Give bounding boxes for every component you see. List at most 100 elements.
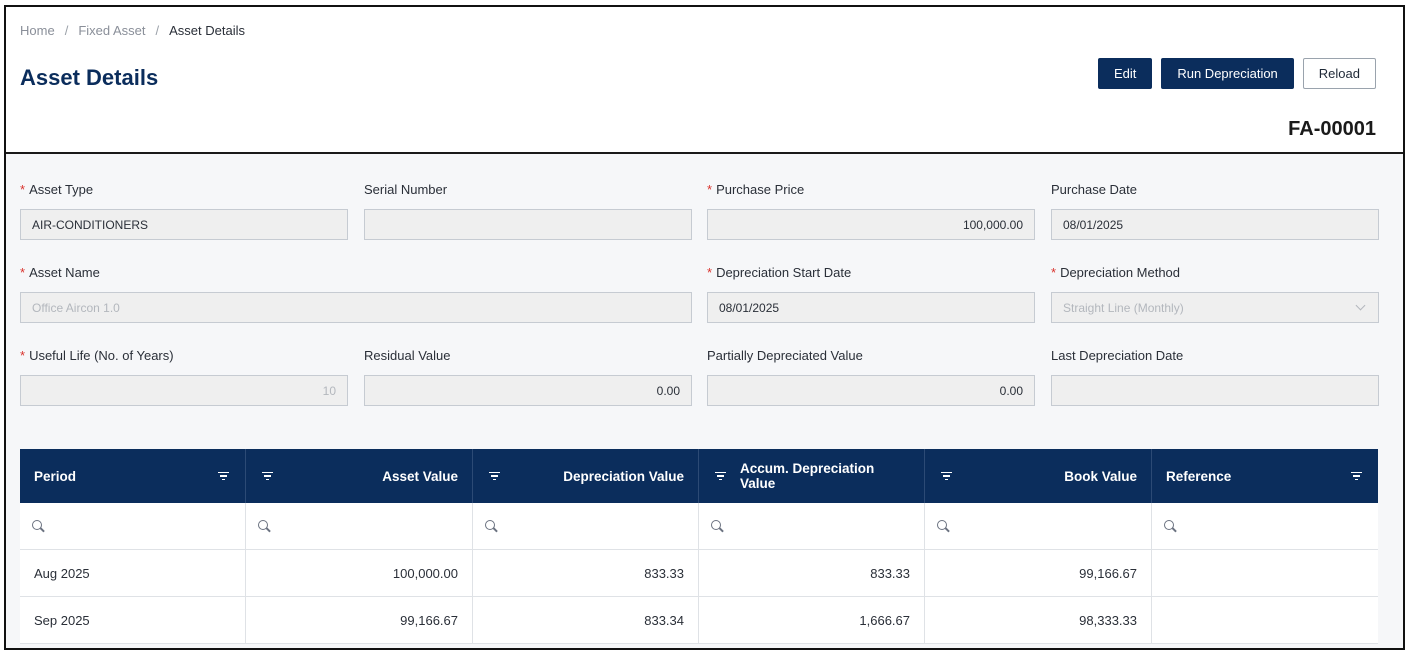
breadcrumb-home[interactable]: Home (20, 23, 55, 38)
cell-asset-value: 100,000.00 (246, 550, 473, 597)
serial-number-input[interactable] (364, 209, 692, 240)
chevron-down-icon (1355, 300, 1366, 311)
last-depreciation-date-input[interactable] (1051, 375, 1379, 406)
breadcrumb-separator: / (64, 23, 69, 38)
column-header-label: Depreciation Value (563, 468, 684, 484)
filter-cell-period[interactable] (20, 503, 246, 550)
table-row[interactable]: Sep 2025 99,166.67 833.34 1,666.67 98,33… (20, 597, 1378, 644)
reload-button[interactable]: Reload (1302, 58, 1376, 89)
grid-header-row: Period Asset Value Depreciation Value Ac… (20, 449, 1378, 503)
purchase-price-label: * Purchase Price (707, 182, 805, 197)
filter-icon[interactable] (262, 470, 273, 483)
column-header-book-value[interactable]: Book Value (925, 449, 1152, 503)
residual-value-input[interactable]: 0.00 (364, 375, 692, 406)
useful-life-field: * Useful Life (No. of Years) 10 (20, 348, 348, 406)
asset-type-label: * Asset Type (20, 182, 94, 197)
purchase-date-field: Purchase Date 08/01/2025 (1051, 182, 1379, 240)
depreciation-method-label: * Depreciation Method (1051, 265, 1181, 280)
column-header-accum-depreciation-value[interactable]: Accum. Depreciation Value (699, 449, 925, 503)
required-marker: * (1051, 265, 1057, 280)
required-marker: * (707, 265, 713, 280)
residual-value-field: Residual Value 0.00 (364, 348, 692, 406)
column-header-label: Book Value (1064, 468, 1137, 484)
breadcrumb-current: Asset Details (169, 23, 246, 38)
depreciation-start-date-input[interactable]: 08/01/2025 (707, 292, 1035, 323)
grid-filter-row (20, 503, 1378, 550)
filter-icon[interactable] (715, 470, 726, 483)
asset-name-field: * Asset Name Office Aircon 1.0 (20, 265, 692, 323)
column-header-asset-value[interactable]: Asset Value (246, 449, 473, 503)
asset-form-area: * Asset Type AIR-CONDITIONERS Serial Numb… (6, 154, 1403, 648)
asset-name-label: * Asset Name (20, 265, 100, 280)
search-icon (258, 519, 271, 533)
partially-depreciated-value-label: Partially Depreciated Value (707, 348, 863, 363)
partially-depreciated-value-input[interactable]: 0.00 (707, 375, 1035, 406)
breadcrumb-separator: / (155, 23, 160, 38)
column-header-label: Asset Value (382, 468, 458, 484)
useful-life-label: * Useful Life (No. of Years) (20, 348, 174, 363)
purchase-price-input[interactable]: 100,000.00 (707, 209, 1035, 240)
filter-icon[interactable] (218, 470, 229, 483)
app-frame: Home / Fixed Asset / Asset Details Asset Det… (4, 5, 1405, 650)
asset-code: FA-00001 (1288, 118, 1376, 140)
filter-cell-book-value[interactable] (925, 503, 1152, 550)
search-icon (32, 519, 45, 533)
purchase-date-input[interactable]: 08/01/2025 (1051, 209, 1379, 240)
cell-depreciation-value: 833.33 (473, 550, 699, 597)
cell-accum-depreciation-value: 1,666.67 (699, 597, 925, 644)
purchase-price-field: * Purchase Price 100,000.00 (707, 182, 1035, 240)
required-marker: * (20, 348, 26, 363)
last-depreciation-date-field: Last Depreciation Date (1051, 348, 1379, 406)
page-title: Asset Details (20, 65, 159, 90)
filter-cell-reference[interactable] (1152, 503, 1378, 550)
grid-body: Aug 2025 100,000.00 833.33 833.33 99,166… (20, 550, 1378, 644)
required-marker: * (20, 265, 26, 280)
cell-depreciation-value: 833.34 (473, 597, 699, 644)
filter-icon[interactable] (489, 470, 500, 483)
search-icon (485, 519, 498, 533)
search-icon (711, 519, 724, 533)
residual-value-label: Residual Value (364, 348, 451, 363)
useful-life-input[interactable]: 10 (20, 375, 348, 406)
table-row[interactable]: Aug 2025 100,000.00 833.33 833.33 99,166… (20, 550, 1378, 597)
filter-icon[interactable] (941, 470, 952, 483)
column-header-reference[interactable]: Reference (1152, 449, 1378, 503)
breadcrumb: Home / Fixed Asset / Asset Details (20, 23, 245, 38)
filter-cell-accum-depreciation-value[interactable] (699, 503, 925, 550)
depreciation-start-date-field: * Depreciation Start Date 08/01/2025 (707, 265, 1035, 323)
filter-icon[interactable] (1351, 470, 1362, 483)
cell-book-value: 99,166.67 (925, 550, 1152, 597)
search-icon (937, 519, 950, 533)
cell-period: Sep 2025 (20, 597, 246, 644)
depreciation-schedule-grid: Period Asset Value Depreciation Value Ac… (20, 449, 1378, 644)
depreciation-start-date-label: * Depreciation Start Date (707, 265, 852, 280)
cell-period: Aug 2025 (20, 550, 246, 597)
column-header-label: Reference (1166, 468, 1232, 484)
run-depreciation-button[interactable]: Run Depreciation (1161, 58, 1294, 89)
column-header-label: Accum. Depreciation Value (740, 461, 875, 491)
cell-reference (1152, 597, 1378, 644)
column-header-depreciation-value[interactable]: Depreciation Value (473, 449, 699, 503)
depreciation-method-select[interactable]: Straight Line (Monthly) (1051, 292, 1379, 323)
action-buttons: Edit Run Depreciation Reload (1097, 58, 1376, 89)
filter-cell-depreciation-value[interactable] (473, 503, 699, 550)
edit-button[interactable]: Edit (1097, 58, 1153, 89)
asset-type-input[interactable]: AIR-CONDITIONERS (20, 209, 348, 240)
cell-accum-depreciation-value: 833.33 (699, 550, 925, 597)
asset-name-input[interactable]: Office Aircon 1.0 (20, 292, 692, 323)
depreciation-method-value: Straight Line (Monthly) (1063, 300, 1184, 315)
last-depreciation-date-label: Last Depreciation Date (1051, 348, 1184, 363)
serial-number-field: Serial Number (364, 182, 692, 240)
serial-number-label: Serial Number (364, 182, 448, 197)
filter-cell-asset-value[interactable] (246, 503, 473, 550)
partially-depreciated-value-field: Partially Depreciated Value 0.00 (707, 348, 1035, 406)
depreciation-method-field: * Depreciation Method Straight Line (Mont… (1051, 265, 1379, 323)
column-header-period[interactable]: Period (20, 449, 246, 503)
cell-asset-value: 99,166.67 (246, 597, 473, 644)
cell-book-value: 98,333.33 (925, 597, 1152, 644)
breadcrumb-fixed-asset[interactable]: Fixed Asset (78, 23, 145, 38)
asset-type-field: * Asset Type AIR-CONDITIONERS (20, 182, 348, 240)
purchase-date-label: Purchase Date (1051, 182, 1137, 197)
required-marker: * (20, 182, 26, 197)
cell-reference (1152, 550, 1378, 597)
